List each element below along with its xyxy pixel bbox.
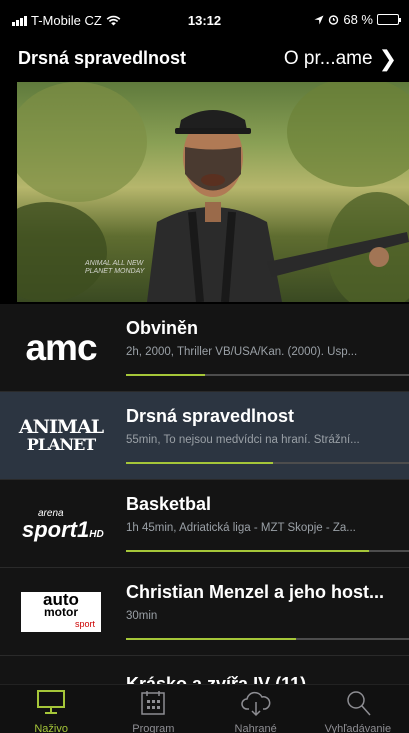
location-arrow-icon <box>314 15 324 24</box>
video-player[interactable]: ANIMAL ALL NEW PLANET MONDAY <box>17 82 409 302</box>
arena-sport-logo: arena sport1HD <box>14 494 108 554</box>
tab-bar: Naživo Program Nahrané Vyhľadávanie <box>0 684 409 733</box>
animal-planet-logo-line1: ANIMAL <box>18 416 104 438</box>
auto-motor-sport-logo-line2: motor <box>44 605 78 619</box>
status-right: 68 % <box>314 12 401 27</box>
channel-list: amc Obviněn 2h, 2000, Thriller VB/USA/Ka… <box>0 304 409 684</box>
battery-icon <box>377 14 401 25</box>
search-icon <box>347 691 371 716</box>
tab-search[interactable]: Vyhľadávanie <box>307 685 409 733</box>
calendar-icon <box>141 691 166 715</box>
amc-logo: amc <box>14 318 108 378</box>
program-progress <box>126 374 409 376</box>
arena-sport-logo-main: sport1HD <box>22 518 104 543</box>
program-progress <box>126 550 409 552</box>
navigation-bar: Drsná spravedlnost O pr...ame ❯ <box>0 36 409 82</box>
battery-percent: 68 % <box>343 12 373 27</box>
tab-program-label: Program <box>132 723 175 733</box>
tab-search-label: Vyhľadávanie <box>324 723 392 733</box>
video-badge-line1: ALL NEW <box>112 260 144 267</box>
video-frame <box>17 82 409 302</box>
channel-title: Christian Menzel a jeho host... <box>126 582 385 602</box>
auto-motor-sport-logo-line3: sport <box>74 619 95 629</box>
tv-icon <box>37 690 66 714</box>
channel-title: Obviněn <box>126 318 199 338</box>
channel-row-partial[interactable]: Krásko a zvířa IV (11) <box>0 656 409 684</box>
program-progress <box>126 638 409 640</box>
status-bar: T-Mobile CZ 13:12 68 % <box>0 0 409 36</box>
auto-motor-sport-logo-box: auto motor sport <box>21 591 101 632</box>
channel-description: 2h, 2000, Thriller VB/USA/Kan. (2000). Ú… <box>126 346 358 358</box>
auto-motor-sport-logo: auto motor sport <box>14 582 108 642</box>
tab-live[interactable]: Naživo <box>0 685 102 733</box>
arena-sport-logo-hd: HD <box>89 528 104 540</box>
channel-description: 1h 45min, Adriatická liga - MZT Skopje -… <box>126 522 356 534</box>
channel-row-amc[interactable]: amc Obviněn 2h, 2000, Thriller VB/USA/Ka… <box>0 304 409 392</box>
tab-recorded-label: Nahrané <box>234 723 277 733</box>
amc-logo-text: amc <box>25 327 97 368</box>
chevron-right-icon: ❯ <box>378 46 397 71</box>
video-logo-line2: PLANET <box>85 268 113 275</box>
channel-description: 30min <box>126 610 158 622</box>
channel-title: Basketbal <box>126 494 212 514</box>
video-badge-line2: MONDAY <box>114 268 145 275</box>
tab-live-label: Naživo <box>34 723 68 733</box>
channel-description: 55min, To nejsou medvídci na hraní. Strá… <box>126 434 360 446</box>
channel-row-animal-planet[interactable]: ANIMAL PLANET Drsná spravedlnost 55min, … <box>0 392 409 480</box>
program-progress <box>126 462 409 464</box>
tab-recorded[interactable]: Nahrané <box>205 685 307 733</box>
cloud-download-icon <box>240 691 271 717</box>
channel-title: Drsná spravedlnost <box>126 406 295 426</box>
program-detail-link[interactable]: O pr...ame ❯ <box>284 46 397 72</box>
channel-title: Krásko a zvířa IV (11) <box>126 674 307 684</box>
channel-row-auto-motor-sport[interactable]: auto motor sport Christian Menzel a jeho… <box>0 568 409 656</box>
program-detail-link-label: O pr...ame <box>283 48 373 69</box>
video-logo-line1: ANIMAL <box>85 260 111 267</box>
page-title: Drsná spravedlnost <box>18 48 187 68</box>
alarm-icon <box>329 15 339 25</box>
arena-sport-logo-line2: sport1 <box>22 516 90 542</box>
tab-program[interactable]: Program <box>102 685 204 733</box>
animal-planet-logo-line2: PLANET <box>26 435 96 454</box>
video-watermark: ANIMAL ALL NEW PLANET MONDAY <box>85 260 144 276</box>
channel-row-arena-sport[interactable]: arena sport1HD Basketbal 1h 45min, Adria… <box>0 480 409 568</box>
animal-planet-logo: ANIMAL PLANET <box>14 406 108 466</box>
